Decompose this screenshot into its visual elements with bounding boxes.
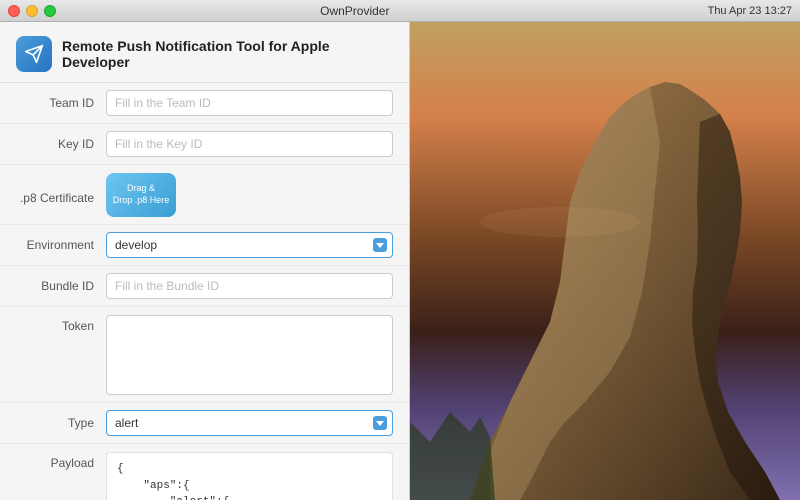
main-layout: Remote Push Notification Tool for Apple … [0,22,800,500]
app-title: Remote Push Notification Tool for Apple … [62,38,393,70]
p8-drop-zone[interactable]: Drag &Drop .p8 Here [106,173,176,217]
token-row: Token [0,307,409,403]
type-label: Type [16,410,106,430]
wallpaper-panel [410,22,800,500]
type-select-wrapper: alert background voip [106,410,393,436]
payload-area: { "aps":{ "alert":{ "title":"OwnProvider… [106,452,393,500]
form-section: Team ID Key ID .p8 Certificate Drag &Dro… [0,83,409,500]
time-display: Thu Apr 23 13:27 [708,5,792,17]
token-input[interactable] [106,315,393,395]
p8-cert-label: .p8 Certificate [16,185,106,205]
payload-label: Payload [16,452,106,470]
team-id-input[interactable] [106,90,393,116]
environment-select-wrapper: develop production [106,232,393,258]
title-bar-app-name: OwnProvider [8,4,702,18]
environment-row: Environment develop production [0,225,409,266]
app-header: Remote Push Notification Tool for Apple … [0,22,409,83]
environment-select[interactable]: develop production [106,232,393,258]
key-id-row: Key ID [0,124,409,165]
p8-cert-row: .p8 Certificate Drag &Drop .p8 Here [0,165,409,225]
payload-row: Payload { "aps":{ "alert":{ "title":"Own… [0,444,409,500]
app-icon [16,36,52,72]
bundle-id-label: Bundle ID [16,273,106,293]
token-label: Token [16,315,106,333]
key-id-input[interactable] [106,131,393,157]
team-id-row: Team ID [0,83,409,124]
team-id-label: Team ID [16,90,106,110]
payload-code: { "aps":{ "alert":{ "title":"OwnProvider… [106,452,393,500]
left-panel: Remote Push Notification Tool for Apple … [0,22,410,500]
title-bar: OwnProvider Thu Apr 23 13:27 [0,0,800,22]
type-select[interactable]: alert background voip [106,410,393,436]
bundle-id-input[interactable] [106,273,393,299]
bundle-id-row: Bundle ID [0,266,409,307]
type-row: Type alert background voip [0,403,409,444]
environment-label: Environment [16,232,106,252]
title-bar-right: Thu Apr 23 13:27 [708,5,792,17]
key-id-label: Key ID [16,131,106,151]
